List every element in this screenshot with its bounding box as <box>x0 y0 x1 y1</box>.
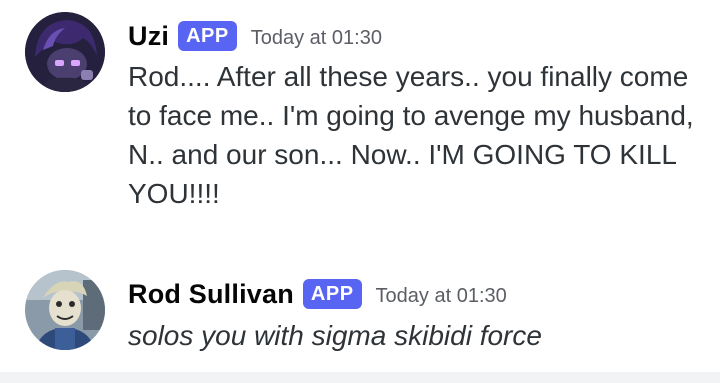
message-header: Uzi APP Today at 01:30 <box>128 18 382 54</box>
timestamp: Today at 01:30 <box>250 26 382 49</box>
chat-message-list: Uzi APP Today at 01:30 Rod.... After all… <box>0 0 720 383</box>
avatar-uzi-image <box>25 12 105 92</box>
message-header: Rod Sullivan APP Today at 01:30 <box>128 276 507 312</box>
username[interactable]: Uzi <box>128 21 169 52</box>
avatar-rod-image <box>25 270 105 350</box>
username[interactable]: Rod Sullivan <box>128 279 294 310</box>
app-badge: APP <box>178 21 237 51</box>
bottom-divider <box>0 372 720 383</box>
app-badge: APP <box>302 279 362 309</box>
avatar[interactable] <box>25 270 105 350</box>
message-content: solos you with sigma skibidi force <box>128 320 542 351</box>
message-content: Rod.... After all these years.. you fina… <box>128 61 694 209</box>
avatar[interactable] <box>25 12 105 92</box>
timestamp: Today at 01:30 <box>375 284 507 307</box>
